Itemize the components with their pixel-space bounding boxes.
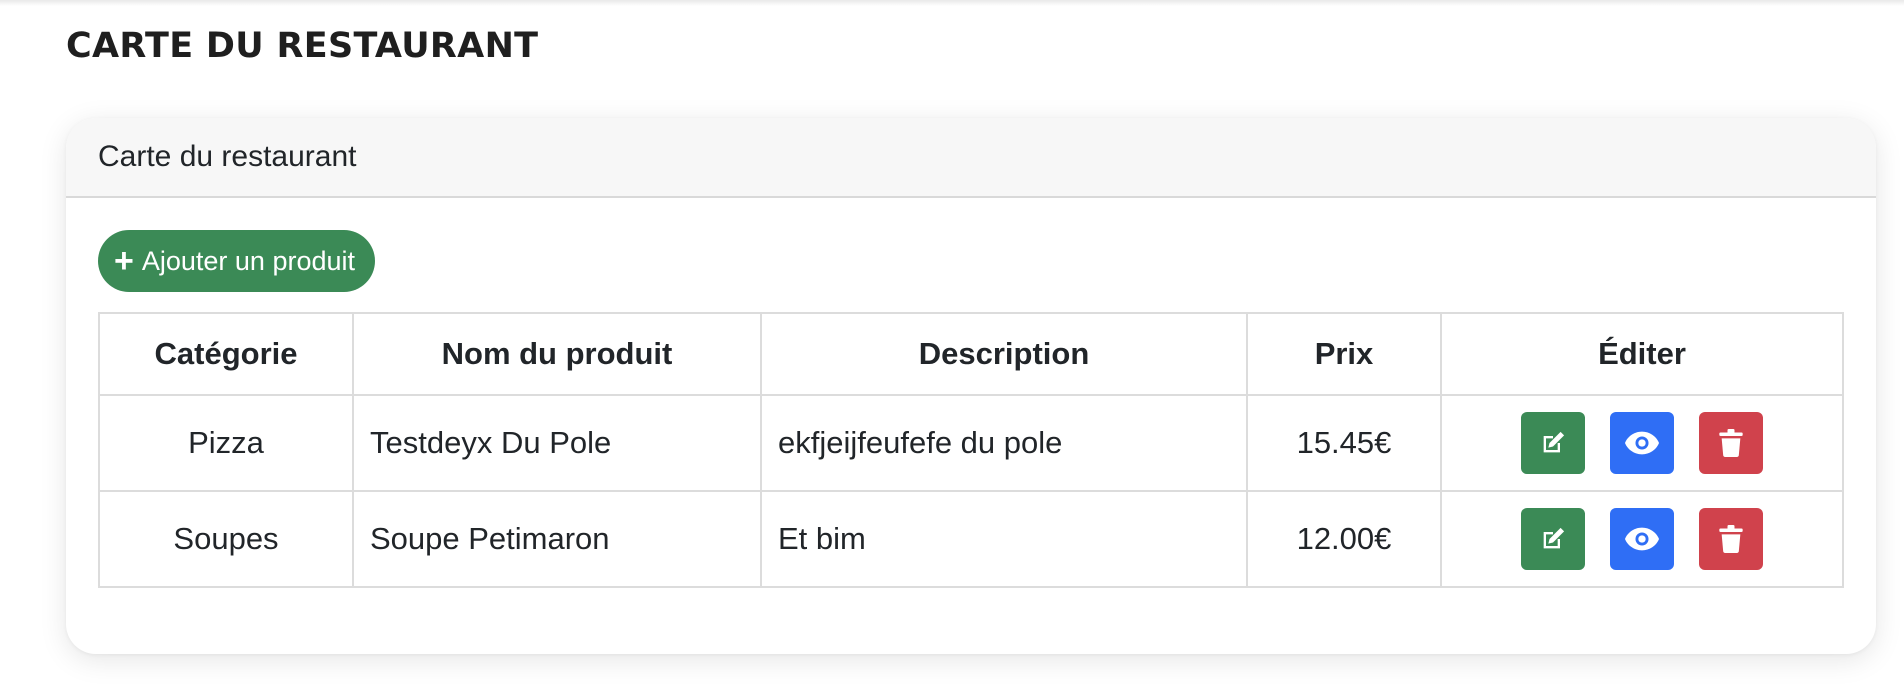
cell-product-name: Testdeyx Du Pole: [352, 394, 762, 492]
edit-icon: [1543, 431, 1565, 453]
card-body: + Ajouter un produit Catégorie Nom du pr…: [66, 198, 1876, 588]
cell-category: Pizza: [98, 394, 354, 492]
trash-icon: [1719, 429, 1743, 457]
column-header-description: Description: [760, 312, 1248, 396]
table-row: Soupes Soupe Petimaron Et bim 12.00€: [98, 490, 1844, 588]
page-title: CARTE DU RESTAURANT: [66, 26, 539, 66]
cell-price: 12.00€: [1246, 490, 1442, 588]
column-header-product-name: Nom du produit: [352, 312, 762, 396]
column-header-price: Prix: [1246, 312, 1442, 396]
cell-category: Soupes: [98, 490, 354, 588]
cell-actions: [1440, 394, 1844, 492]
menu-card: Carte du restaurant + Ajouter un produit…: [66, 118, 1876, 654]
edit-icon: [1543, 527, 1565, 549]
table-header-row: Catégorie Nom du produit Description Pri…: [98, 312, 1844, 396]
add-product-button[interactable]: + Ajouter un produit: [98, 230, 375, 292]
delete-button[interactable]: [1699, 508, 1763, 570]
eye-icon: [1625, 431, 1659, 455]
delete-button[interactable]: [1699, 412, 1763, 474]
top-bar-shadow: [0, 0, 1904, 6]
row-actions: [1442, 508, 1842, 570]
cell-description: Et bim: [760, 490, 1248, 588]
trash-icon: [1719, 525, 1743, 553]
products-table: Catégorie Nom du produit Description Pri…: [98, 312, 1844, 588]
row-actions: [1442, 412, 1842, 474]
add-product-label: Ajouter un produit: [141, 245, 355, 276]
card-header: Carte du restaurant: [66, 118, 1876, 198]
edit-button[interactable]: [1521, 508, 1585, 570]
table-row: Pizza Testdeyx Du Pole ekfjeijfeufefe du…: [98, 394, 1844, 492]
cell-price: 15.45€: [1246, 394, 1442, 492]
column-header-category: Catégorie: [98, 312, 354, 396]
edit-button[interactable]: [1521, 412, 1585, 474]
column-header-edit: Éditer: [1440, 312, 1844, 396]
view-button[interactable]: [1610, 508, 1674, 570]
eye-icon: [1625, 527, 1659, 551]
cell-actions: [1440, 490, 1844, 588]
cell-description: ekfjeijfeufefe du pole: [760, 394, 1248, 492]
plus-icon: +: [114, 242, 134, 280]
view-button[interactable]: [1610, 412, 1674, 474]
cell-product-name: Soupe Petimaron: [352, 490, 762, 588]
